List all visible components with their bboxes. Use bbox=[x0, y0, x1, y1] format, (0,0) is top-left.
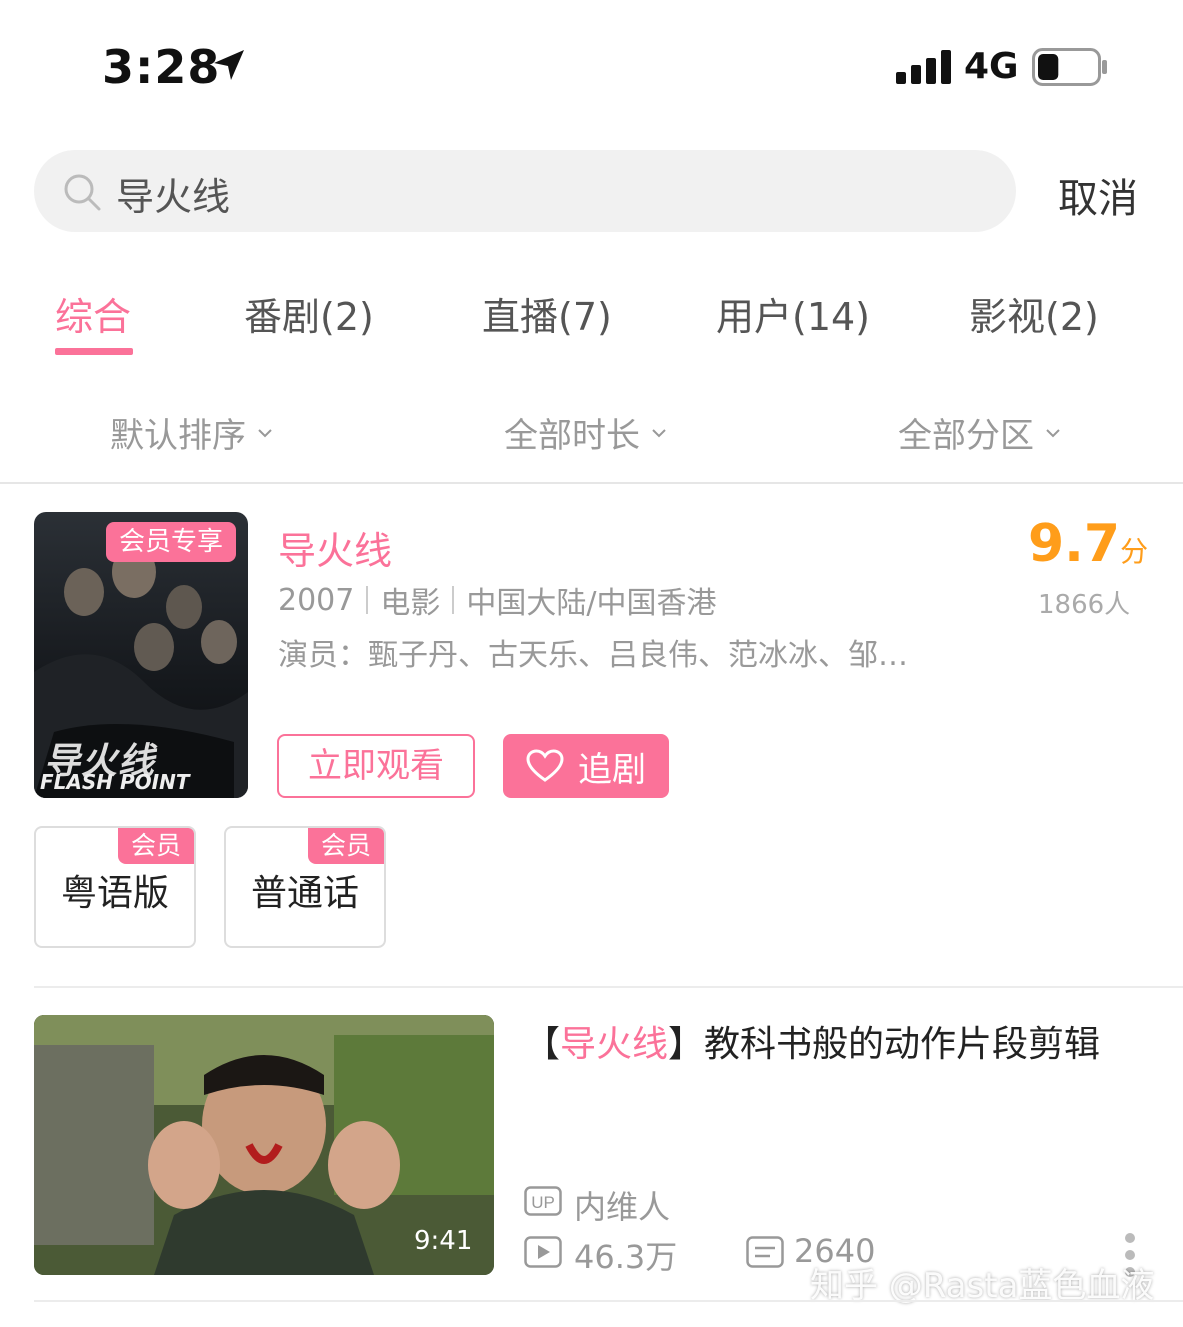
uploader-name[interactable]: 内维人 bbox=[574, 1182, 670, 1228]
version-mandarin-button[interactable]: 普通话 会员 bbox=[224, 826, 386, 948]
divider bbox=[0, 482, 1183, 484]
sort-filter[interactable]: 默认排序 bbox=[110, 408, 274, 457]
divider bbox=[34, 1300, 1183, 1302]
sort-filter-label: 默认排序 bbox=[110, 416, 246, 456]
tab-bangumi[interactable]: 番剧(2) bbox=[244, 286, 374, 341]
cancel-button[interactable]: 取消 bbox=[1058, 166, 1138, 224]
duration-filter-label: 全部时长 bbox=[504, 416, 640, 456]
vote-count: 1866人 bbox=[1038, 590, 1131, 620]
movie-year: 2007 bbox=[278, 582, 355, 618]
network-type: 4G bbox=[964, 46, 1019, 87]
movie-score: 9.7分 bbox=[1028, 514, 1148, 574]
vip-tag: 会员 bbox=[308, 828, 384, 864]
chevron-down-icon bbox=[1046, 428, 1060, 437]
watch-now-button[interactable]: 立即观看 bbox=[277, 734, 475, 798]
version-cantonese-button[interactable]: 粤语版 会员 bbox=[34, 826, 196, 948]
zone-filter-label: 全部分区 bbox=[898, 416, 1034, 456]
zone-filter[interactable]: 全部分区 bbox=[898, 408, 1062, 457]
svg-text:UP: UP bbox=[531, 1193, 555, 1212]
movie-cast: 演员：甄子丹、古天乐、吕良伟、范冰冰、邹… bbox=[278, 638, 908, 673]
score-unit: 分 bbox=[1120, 535, 1149, 568]
video-title[interactable]: 【导火线】教科书般的动作片段剪辑 bbox=[524, 1020, 1134, 1070]
movie-type: 电影 bbox=[380, 586, 441, 621]
video-duration: 9:41 bbox=[414, 1226, 473, 1256]
tab-live[interactable]: 直播(7) bbox=[482, 286, 612, 341]
tab-all[interactable]: 综合 bbox=[55, 286, 131, 341]
title-rest: 】教科书般的动作片段剪辑 bbox=[668, 1024, 1101, 1065]
up-icon: UP bbox=[524, 1186, 562, 1216]
meta-separator bbox=[366, 586, 369, 614]
divider bbox=[34, 986, 1183, 988]
signal-icon bbox=[896, 50, 951, 84]
score-value: 9.7 bbox=[1028, 514, 1121, 574]
meta-separator bbox=[452, 586, 455, 614]
poster-subtitle-art: FLASH POINT bbox=[40, 770, 190, 794]
danmaku-icon bbox=[746, 1236, 784, 1268]
movie-region: 中国大陆/中国香港 bbox=[466, 586, 717, 621]
search-input[interactable]: 导火线 bbox=[116, 166, 230, 221]
play-count-icon bbox=[524, 1236, 562, 1268]
chevron-down-icon bbox=[652, 428, 666, 437]
heart-icon bbox=[526, 749, 564, 782]
movie-title[interactable]: 导火线 bbox=[278, 520, 392, 575]
tab-film-tv[interactable]: 影视(2) bbox=[969, 286, 1099, 341]
title-keyword: 导火线 bbox=[560, 1024, 669, 1065]
battery-icon bbox=[1032, 48, 1107, 86]
movie-meta: 2007 电影 中国大陆/中国香港 bbox=[278, 578, 716, 622]
active-tab-indicator bbox=[55, 348, 133, 355]
chevron-down-icon bbox=[258, 428, 272, 437]
location-arrow-icon bbox=[214, 50, 244, 80]
vip-tag: 会员 bbox=[118, 828, 194, 864]
follow-button[interactable]: 追剧 bbox=[503, 734, 669, 798]
version-label: 普通话 bbox=[250, 873, 359, 914]
tab-users[interactable]: 用户(14) bbox=[716, 286, 870, 341]
search-icon bbox=[64, 174, 101, 211]
status-time: 3:28 bbox=[102, 40, 221, 94]
follow-label: 追剧 bbox=[578, 749, 646, 790]
play-count: 46.3万 bbox=[574, 1238, 678, 1276]
title-bracket-open: 【 bbox=[524, 1024, 561, 1065]
version-label: 粤语版 bbox=[60, 873, 169, 914]
vip-exclusive-badge: 会员专享 bbox=[106, 522, 236, 562]
duration-filter[interactable]: 全部时长 bbox=[504, 408, 668, 457]
